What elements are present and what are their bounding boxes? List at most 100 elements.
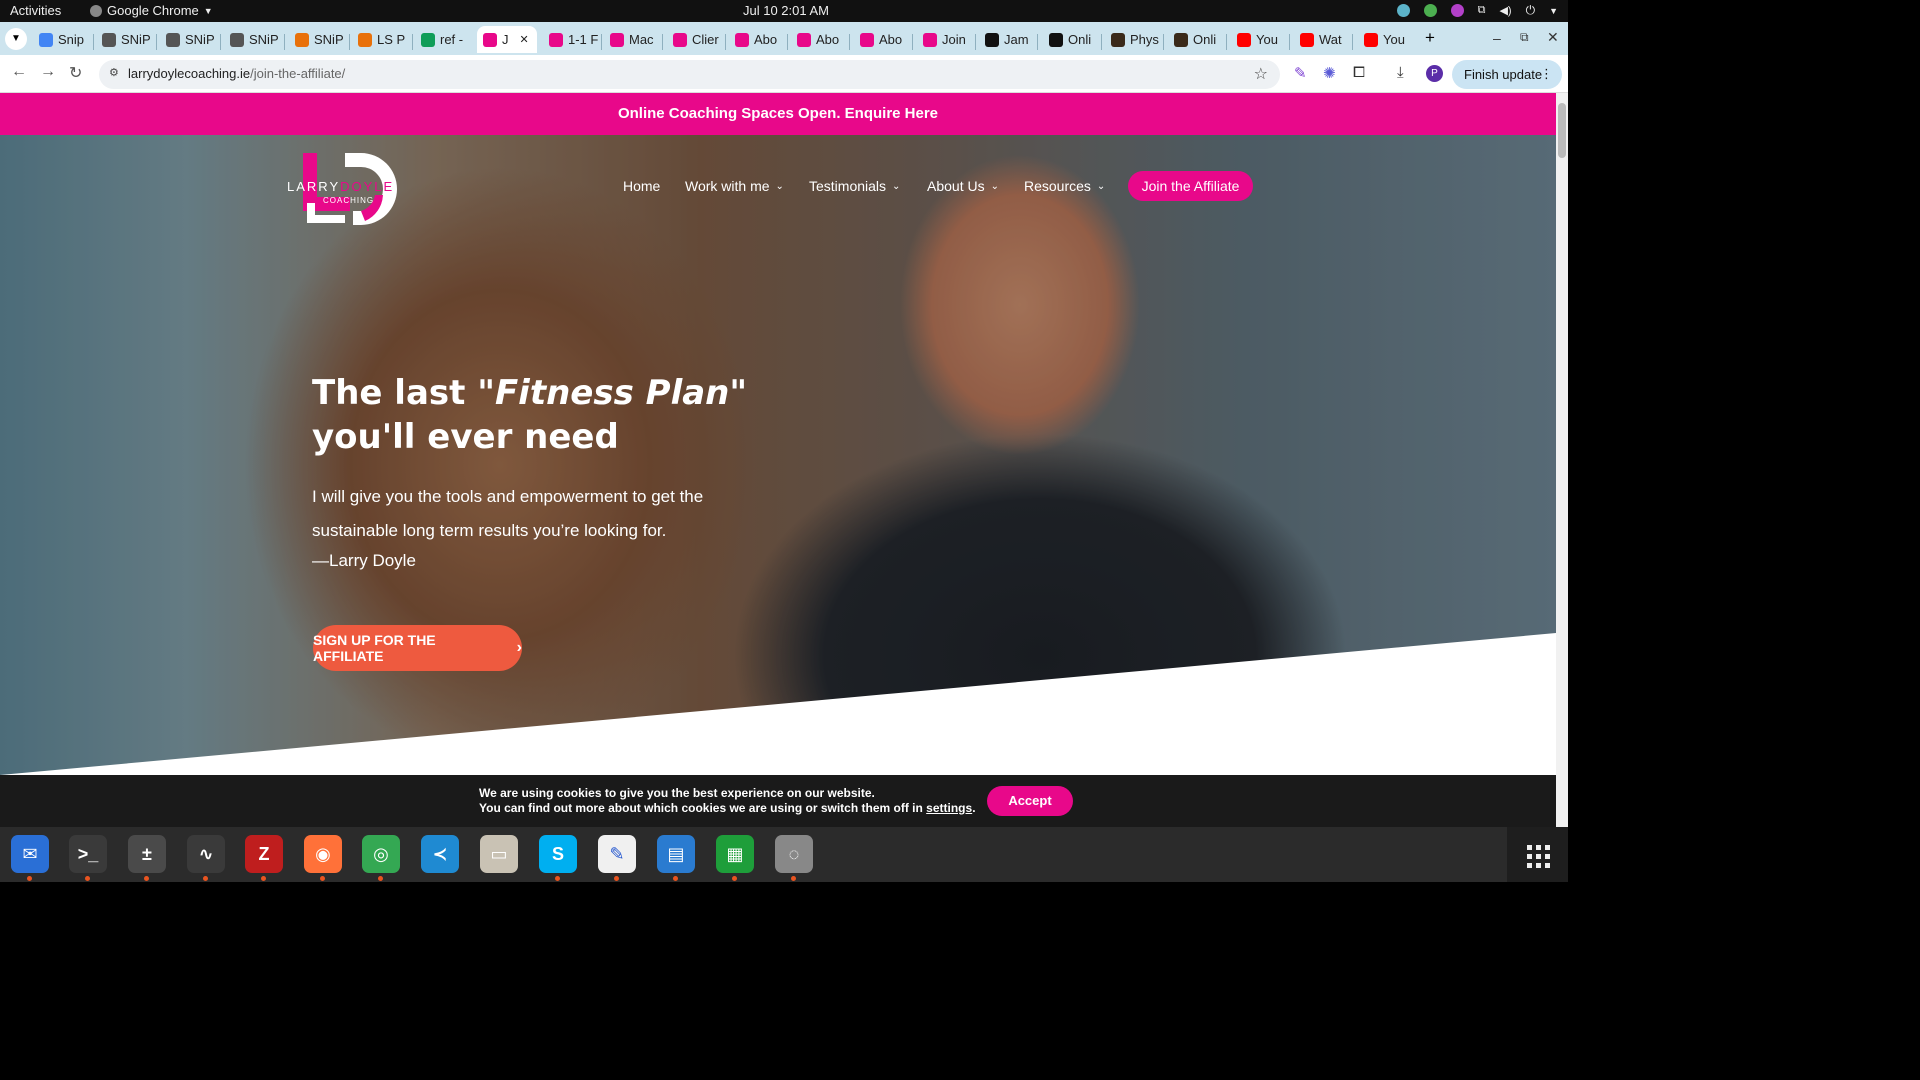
skype-icon[interactable]: S [539, 835, 577, 873]
browser-tab[interactable]: J ✕ [477, 26, 537, 53]
browser-tab[interactable]: SNiP [160, 26, 218, 53]
cookie-settings-link[interactable]: settings [926, 801, 972, 815]
tab-label: Abo [816, 32, 840, 47]
grid-dot [1536, 854, 1541, 859]
tab-favicon-icon [102, 32, 116, 47]
minimize-button[interactable]: – [1493, 30, 1501, 46]
system-tray[interactable]: ⧉ ◀) ⏻ ▼ [1396, 3, 1558, 18]
color-picker-icon[interactable] [1450, 4, 1464, 17]
browser-tab[interactable]: Clier [667, 26, 723, 53]
browser-tab[interactable]: Join [917, 26, 973, 53]
join-affiliate-button[interactable]: Join the Affiliate [1128, 171, 1253, 201]
signup-affiliate-label: SIGN UP FOR THE AFFILIATE [313, 632, 436, 664]
signup-affiliate-button[interactable]: SIGN UP FOR THE AFFILIATE › [313, 625, 522, 671]
chevron-down-icon[interactable]: ▼ [1549, 6, 1558, 16]
pen-extension-icon[interactable]: ✎ [1294, 64, 1307, 82]
hero-headline: The last "Fitness Plan" you'll ever need [312, 371, 747, 459]
announcement-banner[interactable]: Online Coaching Spaces Open. Enquire Her… [0, 93, 1556, 135]
calculator-icon[interactable]: ± [128, 835, 166, 873]
power-icon[interactable]: ⏻ [1526, 3, 1536, 18]
browser-tab[interactable]: You [1358, 26, 1414, 53]
forward-button[interactable]: → [40, 63, 56, 81]
thunderbird-icon[interactable]: ✉ [11, 835, 49, 873]
text-editor-icon[interactable]: ✎ [598, 835, 636, 873]
tab-favicon-icon [295, 32, 309, 47]
site-info-icon[interactable]: ⚙ [109, 66, 119, 79]
tab-separator [1101, 34, 1102, 50]
browser-tab[interactable]: Phys [1105, 26, 1161, 53]
browser-tab[interactable]: Abo [791, 26, 847, 53]
new-tab-button[interactable]: + [1425, 28, 1435, 48]
disk-icon[interactable]: ◌ [775, 835, 813, 873]
show-apps-button[interactable] [1507, 827, 1568, 882]
browser-tab[interactable]: ref - [415, 26, 473, 53]
files-icon[interactable]: ▭ [480, 835, 518, 873]
back-button[interactable]: ← [11, 63, 27, 81]
browser-tab[interactable]: LS P [352, 26, 410, 53]
tab-label: 1-1 F [568, 32, 599, 47]
tab-favicon-icon [421, 32, 435, 47]
tab-favicon-icon [1364, 32, 1378, 47]
chrome-icon[interactable]: ◎ [362, 835, 400, 873]
nav-work-with-me[interactable]: Work with me ⌄ [685, 178, 784, 194]
sync-icon[interactable] [1396, 4, 1410, 17]
bookmark-star-icon[interactable]: ☆ [1254, 64, 1268, 84]
tab-favicon-icon [1111, 32, 1125, 47]
tab-label: Abo [879, 32, 903, 47]
extensions-puzzle-icon[interactable]: ⧠ [1353, 64, 1365, 81]
clock[interactable]: Jul 10 2:01 AM [743, 3, 829, 18]
browser-tab[interactable]: Mac [604, 26, 660, 53]
download-icon[interactable]: ⤓ [1397, 64, 1404, 81]
tab-separator [412, 34, 413, 50]
activities-button[interactable]: Activities [10, 3, 61, 18]
browser-tab[interactable]: 1-1 F [543, 26, 599, 53]
restore-button[interactable]: ⧉ [1520, 30, 1529, 45]
address-bar[interactable]: ⚙ larrydoylecoaching.ie/join-the-affilia… [99, 60, 1280, 89]
check-icon[interactable] [1423, 4, 1437, 17]
system-monitor-icon[interactable]: ∿ [187, 835, 225, 873]
tab-label: Abo [754, 32, 778, 47]
nav-about-us[interactable]: About Us ⌄ [927, 178, 999, 194]
cookie-accept-button[interactable]: Accept [987, 786, 1073, 816]
writer-icon[interactable]: ▤ [657, 835, 695, 873]
tab-separator [220, 34, 221, 50]
close-window-button[interactable]: ✕ [1547, 29, 1559, 46]
nav-resources[interactable]: Resources ⌄ [1024, 178, 1105, 194]
terminal-icon[interactable]: >_ [69, 835, 107, 873]
cookie-text-2: You can find out more about which cookie… [479, 801, 976, 815]
browser-tab[interactable]: SNiP [224, 26, 282, 53]
browser-tab[interactable]: Jam [979, 26, 1035, 53]
browser-tab[interactable]: Onli [1168, 26, 1224, 53]
chevron-down-icon: ⌄ [990, 180, 999, 192]
browser-tab[interactable]: You [1231, 26, 1287, 53]
reload-button[interactable]: ↻ [69, 63, 82, 83]
profile-avatar[interactable]: P [1426, 65, 1443, 82]
nav-testimonials-label: Testimonials [809, 178, 887, 194]
tab-search-button[interactable]: ▼ [5, 28, 27, 50]
browser-tab[interactable]: Abo [729, 26, 785, 53]
finish-update-button[interactable]: Finish update ⋮ [1452, 60, 1562, 89]
app-menu[interactable]: Google Chrome ▼ [90, 3, 213, 18]
scrollbar-thumb[interactable] [1558, 103, 1566, 158]
network-icon[interactable]: ⧉ [1478, 4, 1486, 17]
kebab-menu-icon[interactable]: ⋮ [1540, 66, 1553, 82]
calc-sheet-icon[interactable]: ▦ [716, 835, 754, 873]
site-logo[interactable]: LARRYDOYLE COACHING [285, 149, 415, 225]
vscode-icon[interactable]: ≺ [421, 835, 459, 873]
nav-home[interactable]: Home [623, 178, 660, 194]
browser-tab[interactable]: SNiP [96, 26, 154, 53]
firefox-icon[interactable]: ◉ [304, 835, 342, 873]
browser-tab[interactable]: Snip [33, 26, 91, 53]
tab-favicon-icon [483, 32, 497, 47]
browser-tab[interactable]: Wat [1294, 26, 1350, 53]
nav-testimonials[interactable]: Testimonials ⌄ [809, 178, 900, 194]
running-indicator [555, 876, 560, 881]
page-scrollbar[interactable] [1556, 93, 1568, 827]
close-tab-icon[interactable]: ✕ [520, 33, 529, 46]
browser-tab[interactable]: SNiP [289, 26, 347, 53]
browser-tab[interactable]: Abo [854, 26, 910, 53]
filezilla-icon[interactable]: Z [245, 835, 283, 873]
sparkle-extension-icon[interactable]: ✺ [1323, 64, 1336, 82]
volume-icon[interactable]: ◀) [1499, 4, 1511, 17]
browser-tab[interactable]: Onli [1043, 26, 1099, 53]
